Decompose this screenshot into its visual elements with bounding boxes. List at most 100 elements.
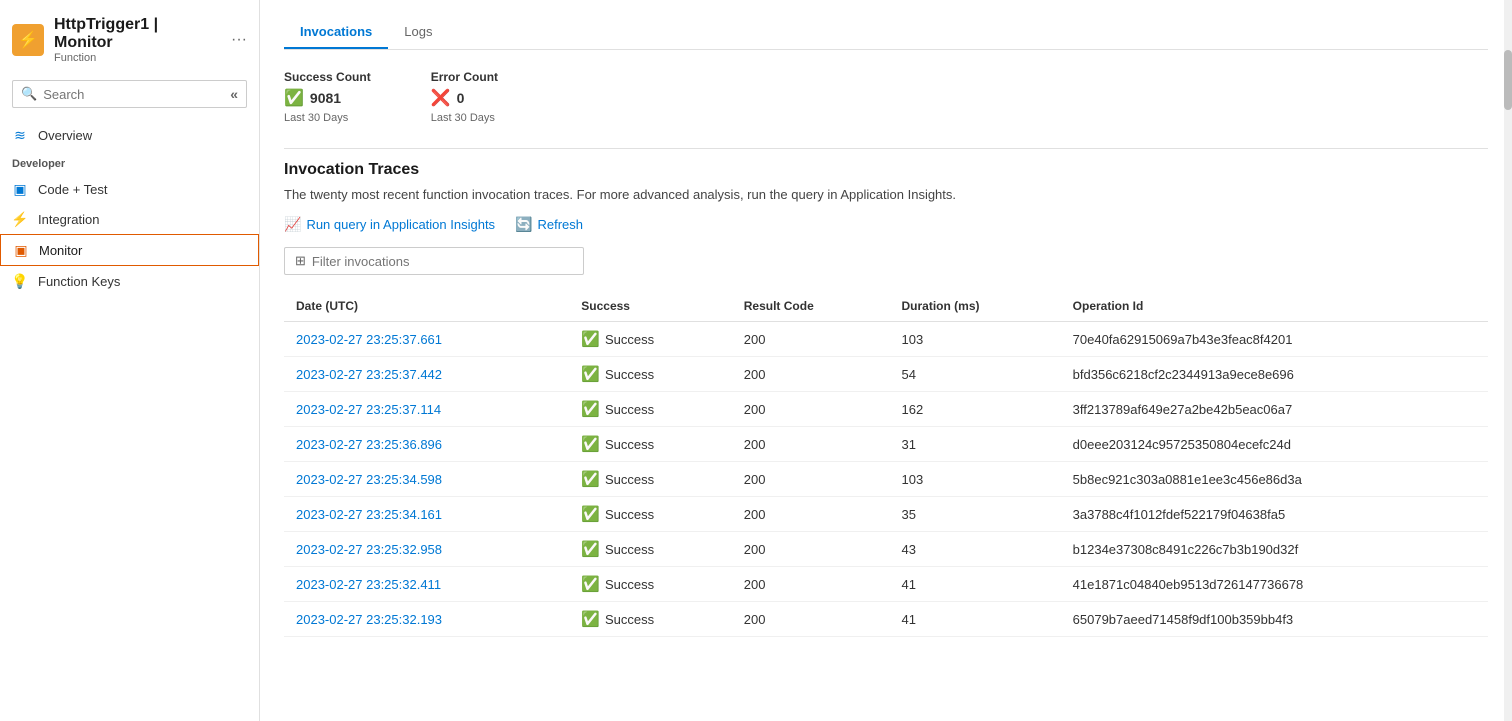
invocations-table: Date (UTC) Success Result Code Duration …: [284, 291, 1488, 637]
table-row[interactable]: 2023-02-27 23:25:37.442✅ Success20054bfd…: [284, 357, 1488, 392]
duration-cell: 162: [890, 392, 1061, 427]
refresh-label: Refresh: [538, 217, 584, 232]
divider: [284, 148, 1488, 149]
date-link[interactable]: 2023-02-27 23:25:32.958: [296, 542, 442, 557]
operation-id-cell: 3a3788c4f1012fdef522179f04638fa5: [1061, 497, 1488, 532]
success-check-icon: ✅: [581, 400, 600, 418]
success-period: Last 30 Days: [284, 112, 371, 124]
success-cell: ✅ Success: [581, 435, 719, 453]
date-link[interactable]: 2023-02-27 23:25:32.193: [296, 612, 442, 627]
sidebar-item-code-test[interactable]: ▣ Code + Test: [0, 174, 259, 204]
date-link[interactable]: 2023-02-27 23:25:32.411: [296, 577, 441, 592]
table-row[interactable]: 2023-02-27 23:25:32.958✅ Success20043b12…: [284, 532, 1488, 567]
date-link[interactable]: 2023-02-27 23:25:34.598: [296, 472, 442, 487]
search-input[interactable]: [43, 87, 224, 102]
operation-id-cell: bfd356c6218cf2c2344913a9ece8e696: [1061, 357, 1488, 392]
result-code-cell: 200: [732, 567, 890, 602]
date-link[interactable]: 2023-02-27 23:25:37.442: [296, 367, 442, 382]
sidebar-item-function-keys[interactable]: 💡 Function Keys: [0, 266, 259, 296]
table-row[interactable]: 2023-02-27 23:25:36.896✅ Success20031d0e…: [284, 427, 1488, 462]
duration-cell: 35: [890, 497, 1061, 532]
search-icon: 🔍: [21, 86, 37, 102]
table-row[interactable]: 2023-02-27 23:25:32.411 ✅ Success 2004141e…: [284, 567, 1488, 602]
run-query-link[interactable]: 📈 Run query in Application Insights: [284, 216, 495, 233]
search-box[interactable]: 🔍 «: [12, 80, 247, 108]
success-text: Success: [605, 612, 654, 627]
sidebar-item-label: Function Keys: [38, 274, 120, 289]
tab-invocations[interactable]: Invocations: [284, 16, 388, 49]
operation-id-cell: 5b8ec921c303a0881e1ee3c456e86d3a: [1061, 462, 1488, 497]
operation-id-cell: d0eee203124c95725350804ecefc24d: [1061, 427, 1488, 462]
col-success: Success: [569, 291, 731, 322]
success-cell: ✅ Success: [581, 505, 719, 523]
table-row[interactable]: 2023-02-27 23:25:34.598✅ Success2001035b…: [284, 462, 1488, 497]
result-code-cell: 200: [732, 532, 890, 567]
table-row[interactable]: 2023-02-27 23:25:32.193✅ Success20041650…: [284, 602, 1488, 637]
filter-box[interactable]: ⊞: [284, 247, 584, 275]
success-cell: ✅ Success: [581, 575, 719, 593]
success-text: Success: [605, 367, 654, 382]
result-code-cell: 200: [732, 462, 890, 497]
sidebar-item-overview[interactable]: ≋ Overview: [0, 120, 259, 150]
collapse-button[interactable]: «: [230, 86, 238, 102]
error-count-number: 0: [457, 90, 465, 106]
duration-cell: 103: [890, 462, 1061, 497]
duration-cell: 103: [890, 322, 1061, 357]
date-link[interactable]: 2023-02-27 23:25:34.161: [296, 507, 442, 522]
success-text: Success: [605, 577, 654, 592]
function-icon: ⚡: [18, 30, 38, 50]
sidebar-item-label: Integration: [38, 212, 99, 227]
col-duration: Duration (ms): [890, 291, 1061, 322]
success-check-icon: ✅: [581, 540, 600, 558]
date-link[interactable]: 2023-02-27 23:25:37.114: [296, 402, 441, 417]
duration-cell: 41: [890, 602, 1061, 637]
success-check-icon: ✅: [581, 330, 600, 348]
success-cell: ✅ Success: [581, 540, 719, 558]
integration-icon: ⚡: [12, 211, 28, 227]
sidebar-item-monitor[interactable]: ▣ Monitor: [0, 234, 259, 266]
invocation-traces-section: Invocation Traces The twenty most recent…: [284, 161, 1488, 637]
main-content: Invocations Logs Success Count ✅ 9081 La…: [260, 0, 1512, 721]
date-link[interactable]: 2023-02-27 23:25:36.896: [296, 437, 442, 452]
col-result-code: Result Code: [732, 291, 890, 322]
invocation-traces-description: The twenty most recent function invocati…: [284, 187, 1488, 202]
sidebar-item-integration[interactable]: ⚡ Integration: [0, 204, 259, 234]
success-check-icon: ✅: [581, 365, 600, 383]
sidebar-item-label: Monitor: [39, 243, 82, 258]
result-code-cell: 200: [732, 322, 890, 357]
success-check-icon: ✅: [581, 435, 600, 453]
code-test-icon: ▣: [12, 181, 28, 197]
filter-icon: ⊞: [295, 253, 306, 269]
refresh-link[interactable]: 🔄 Refresh: [515, 216, 583, 233]
success-text: Success: [605, 402, 654, 417]
error-count-label: Error Count: [431, 70, 498, 84]
col-operation-id: Operation Id: [1061, 291, 1488, 322]
result-code-cell: 200: [732, 392, 890, 427]
success-check-icon: ✅: [581, 470, 600, 488]
table-row[interactable]: 2023-02-27 23:25:34.161 ✅ Success 200353a3…: [284, 497, 1488, 532]
success-check-icon: ✅: [284, 88, 304, 108]
action-bar: 📈 Run query in Application Insights 🔄 Re…: [284, 216, 1488, 233]
table-header-row: Date (UTC) Success Result Code Duration …: [284, 291, 1488, 322]
section-developer-label: Developer: [0, 150, 259, 174]
operation-id-cell: 41e1871c04840eb9513d726147736678: [1061, 567, 1488, 602]
result-code-cell: 200: [732, 497, 890, 532]
table-row[interactable]: 2023-02-27 23:25:37.661✅ Success20010370…: [284, 322, 1488, 357]
tab-logs[interactable]: Logs: [388, 16, 448, 49]
scrollbar[interactable]: [1504, 0, 1512, 721]
duration-cell: 31: [890, 427, 1061, 462]
table-row[interactable]: 2023-02-27 23:25:37.114✅ Success2001623f…: [284, 392, 1488, 427]
app-header: ⚡ HttpTrigger1 | Monitor Function ···: [0, 8, 259, 76]
more-options-icon[interactable]: ···: [231, 31, 247, 49]
scrollbar-thumb[interactable]: [1504, 50, 1512, 110]
success-check-icon: ✅: [581, 575, 600, 593]
success-cell: ✅ Success: [581, 400, 719, 418]
filter-input[interactable]: [312, 254, 573, 269]
success-text: Success: [605, 437, 654, 452]
operation-id-cell: 65079b7aeed71458f9df100b359bb4f3: [1061, 602, 1488, 637]
chart-icon: 📈: [284, 216, 301, 233]
date-link[interactable]: 2023-02-27 23:25:37.661: [296, 332, 442, 347]
duration-cell: 41: [890, 567, 1061, 602]
success-text: Success: [605, 507, 654, 522]
tab-bar: Invocations Logs: [284, 16, 1488, 50]
